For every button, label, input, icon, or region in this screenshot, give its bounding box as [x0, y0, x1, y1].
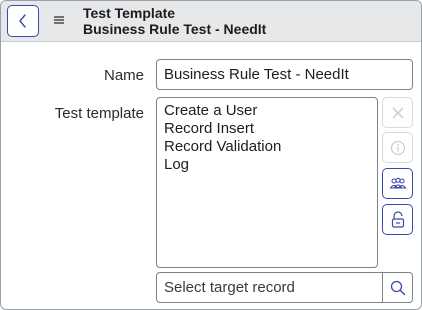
- header-bar: Test Template Business Rule Test - NeedI…: [1, 1, 421, 42]
- users-button[interactable]: [382, 168, 413, 199]
- test-template-label: Test template: [54, 105, 144, 122]
- info-button[interactable]: [382, 132, 413, 163]
- record-name-title: Business Rule Test - NeedIt: [83, 21, 267, 37]
- info-icon: [390, 140, 405, 155]
- search-icon: [390, 280, 405, 295]
- record-type-title: Test Template: [83, 5, 176, 21]
- unlock-icon: [391, 210, 404, 228]
- target-record-lookup: [156, 272, 413, 303]
- test-template-textarea[interactable]: Create a User Record Insert Record Valid…: [156, 97, 378, 268]
- search-button[interactable]: [382, 273, 412, 302]
- name-label: Name: [103, 67, 144, 84]
- close-icon: [391, 106, 404, 119]
- chevron-left-icon: [19, 14, 26, 28]
- window: Test Template Business Rule Test - NeedI…: [0, 0, 422, 310]
- template-line: Create a User: [164, 102, 258, 119]
- users-group-icon: [388, 177, 407, 189]
- back-button[interactable]: [7, 5, 39, 37]
- target-record-input[interactable]: [157, 273, 383, 302]
- hamburger-menu-icon[interactable]: [53, 14, 65, 26]
- template-line: Record Validation: [164, 138, 282, 155]
- clear-button[interactable]: [382, 97, 413, 128]
- template-line: Record Insert: [164, 120, 255, 137]
- unlock-button[interactable]: [382, 204, 413, 235]
- page-title: Test Template Business Rule Test - NeedI…: [83, 5, 266, 37]
- name-field[interactable]: [156, 59, 413, 90]
- template-line: Log: [164, 156, 190, 173]
